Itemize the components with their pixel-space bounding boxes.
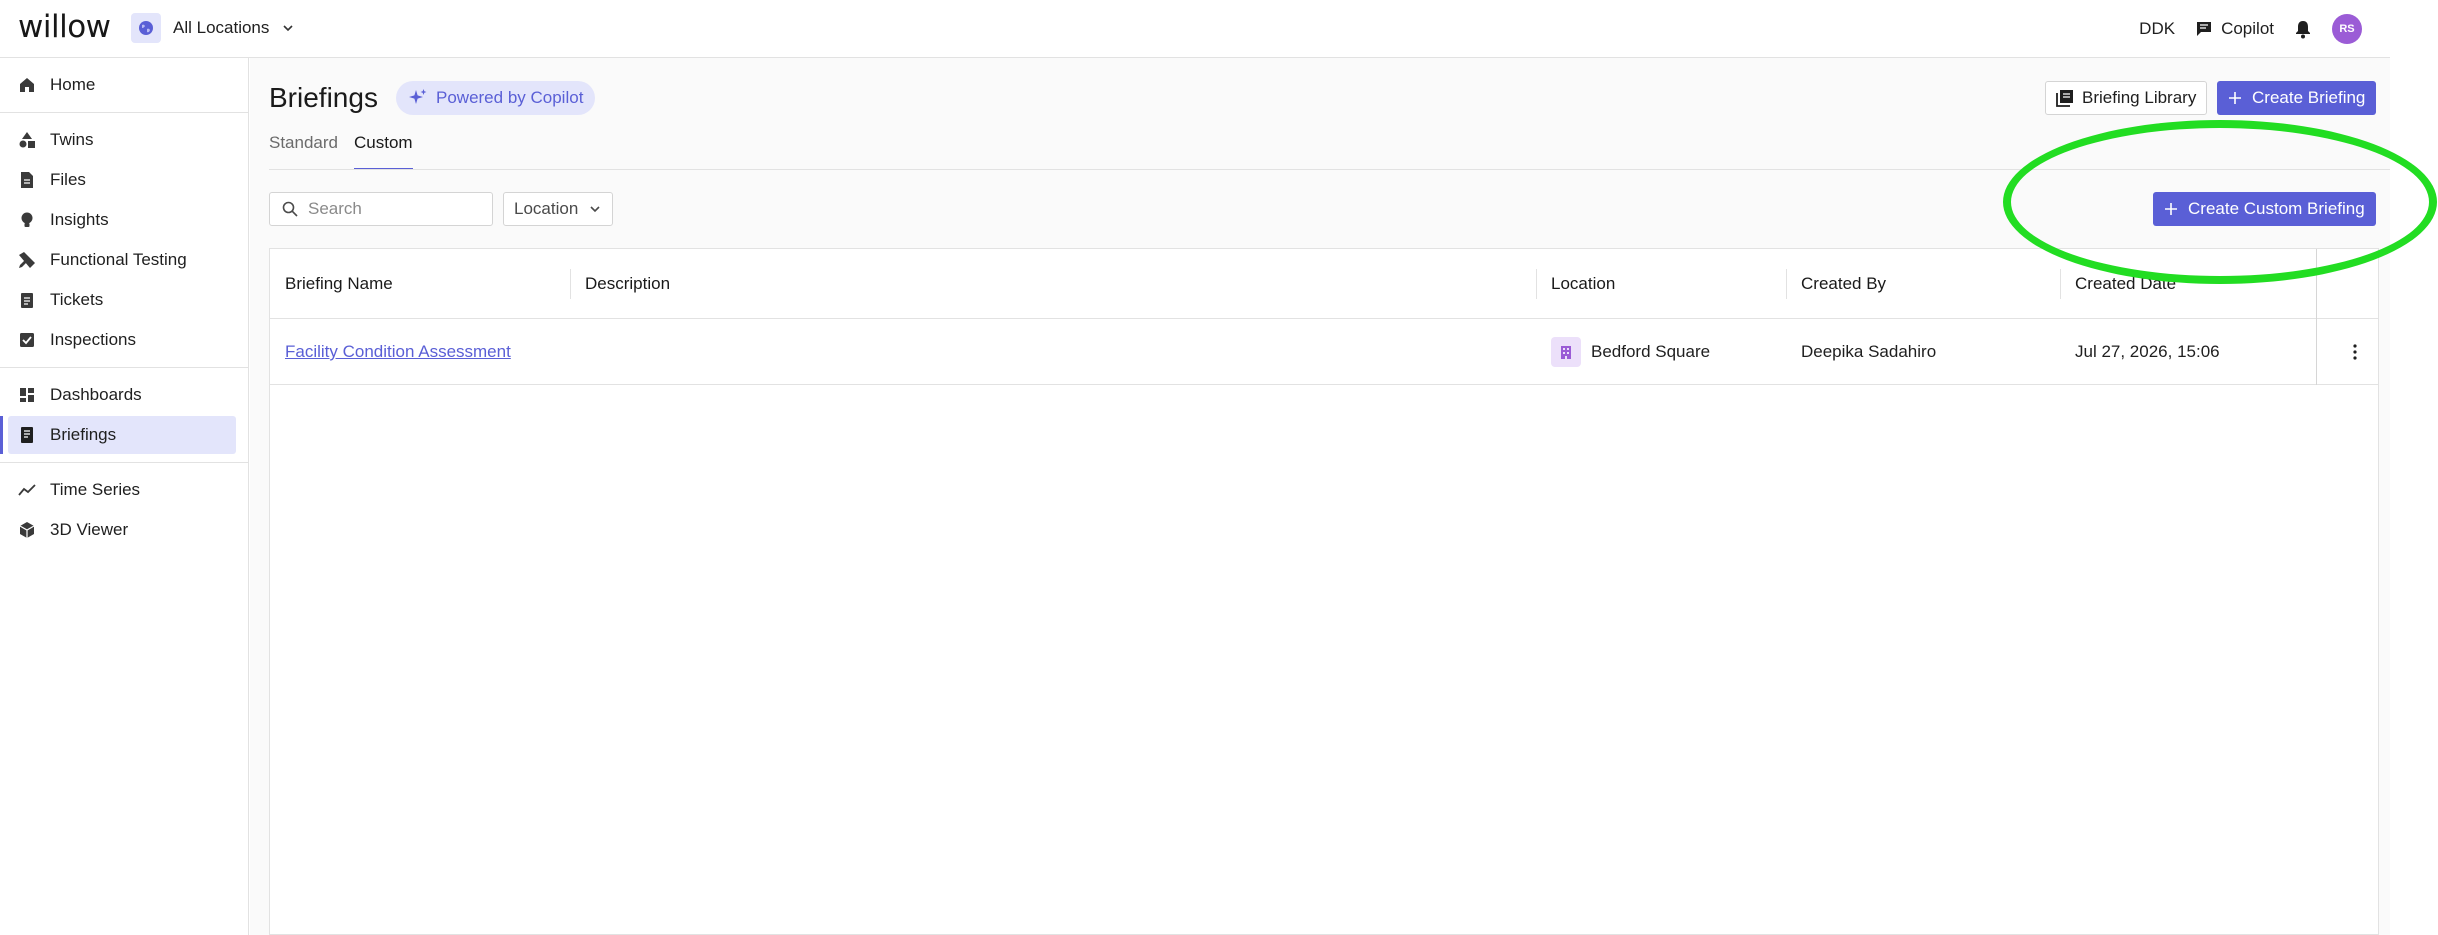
globe-icon [131,13,161,43]
column-header-created-date[interactable]: Created Date [2060,249,2316,319]
sidebar-item-label: Time Series [50,480,141,499]
main-content: Briefings Powered by Copilot Briefing Li… [250,58,2390,935]
sidebar-item-tickets[interactable]: Tickets [8,281,236,319]
sidebar-item-3d-viewer[interactable]: 3D Viewer [8,511,236,549]
sidebar-item-label: Files [50,170,86,189]
willow-logo[interactable]: willow [18,9,111,45]
home-icon [20,78,34,92]
location-filter-label: Location [514,199,579,218]
tab-standard[interactable]: Standard [269,128,338,170]
plus-icon [2165,203,2177,215]
location-cell: Bedford Square [1536,319,1786,385]
chevron-down-icon [283,25,293,32]
location-switcher[interactable]: All Locations [131,11,295,45]
briefing-icon [21,427,33,443]
sidebar-item-time-series[interactable]: Time Series [8,471,236,509]
tab-custom[interactable]: Custom [354,128,413,170]
table-row[interactable]: Facility Condition Assessment Bedford Sq… [270,319,2378,385]
sidebar-item-label: Tickets [50,290,104,309]
sidebar-item-insights[interactable]: Insights [8,201,236,239]
column-header-briefing-name[interactable]: Briefing Name [270,249,570,319]
building-icon [1551,337,1581,367]
avatar[interactable]: RS [2332,14,2362,44]
briefing-tabs: Standard Custom [269,128,413,170]
briefing-library-label: Briefing Library [2082,88,2197,107]
sidebar-item-label: Home [50,75,96,94]
column-header-location[interactable]: Location [1536,249,1786,319]
sidebar-item-label: Inspections [50,330,136,349]
sidebar: Home Twins Files Insights Functional Tes… [0,58,249,935]
briefings-table: Briefing Name Description Location Creat… [269,248,2379,935]
create-custom-briefing-label: Create Custom Briefing [2188,199,2365,218]
sidebar-item-label: Briefings [50,425,117,444]
sidebar-item-label: Functional Testing [50,250,187,269]
sidebar-item-label: Insights [50,210,109,229]
create-briefing-label: Create Briefing [2252,88,2366,107]
checkbox-icon [20,333,34,347]
column-header-description[interactable]: Description [570,249,1536,319]
line-chart-icon [18,484,36,496]
pencil-ruler-icon [19,252,35,268]
search-input[interactable] [308,199,478,219]
top-bar: willow All Locations DDK Copilot RS [0,0,2390,58]
column-header-created-by[interactable]: Created By [1786,249,2060,319]
sparkle-icon [409,89,427,104]
sidebar-item-twins[interactable]: Twins [8,121,236,159]
file-icon [21,172,33,188]
briefing-name-cell: Facility Condition Assessment [270,319,570,385]
library-icon [2056,90,2073,107]
chevron-down-icon [590,206,600,213]
location-value: Bedford Square [1591,342,1711,361]
created-by-cell: Deepika Sadahiro [1801,342,1937,361]
right-gutter [2390,0,2438,935]
create-custom-briefing-button[interactable]: Create Custom Briefing [2153,192,2376,226]
copilot-label: Copilot [2221,19,2274,38]
sidebar-item-functional-testing[interactable]: Functional Testing [8,241,236,279]
sidebar-item-briefings[interactable]: Briefings [0,416,236,454]
actions-column-divider [2316,249,2317,385]
user-code[interactable]: DDK [2139,19,2175,39]
sidebar-item-inspections[interactable]: Inspections [8,321,236,359]
page-title: Briefings [269,82,378,113]
copilot-button[interactable]: Copilot [2195,19,2274,39]
sidebar-item-files[interactable]: Files [8,161,236,199]
sidebar-item-label: Twins [50,130,94,149]
cube-icon [19,522,35,538]
search-box[interactable] [269,192,493,226]
powered-by-label: Powered by Copilot [436,88,584,107]
table-header: Briefing Name Description Location Creat… [270,249,2378,319]
sidebar-item-home[interactable]: Home [8,66,236,104]
tabs-divider [269,169,2390,170]
location-label: All Locations [173,18,270,37]
create-briefing-button[interactable]: Create Briefing [2217,81,2377,115]
briefing-name-link[interactable]: Facility Condition Assessment [285,342,511,362]
plus-icon [2229,92,2241,104]
shapes-icon [19,132,35,148]
sidebar-item-label: Dashboards [50,385,142,404]
dashboard-icon [20,388,34,402]
more-vertical-icon [2353,344,2357,360]
briefing-library-button[interactable]: Briefing Library [2045,81,2208,115]
clipboard-icon [21,293,33,308]
sidebar-item-label: 3D Viewer [50,520,129,539]
description-cell [570,319,1536,385]
location-filter-select[interactable]: Location [503,192,613,226]
created-date-cell: Jul 27, 2026, 15:06 [2075,342,2220,361]
row-actions-button[interactable] [2332,319,2378,385]
search-icon [282,201,298,217]
bell-icon[interactable] [2294,19,2312,39]
sidebar-item-dashboards[interactable]: Dashboards [8,376,236,414]
powered-by-copilot-badge: Powered by Copilot [396,81,596,115]
lightbulb-icon [21,212,33,227]
chat-icon [2197,22,2212,36]
app-window: willow All Locations DDK Copilot RS Home [0,0,2390,935]
